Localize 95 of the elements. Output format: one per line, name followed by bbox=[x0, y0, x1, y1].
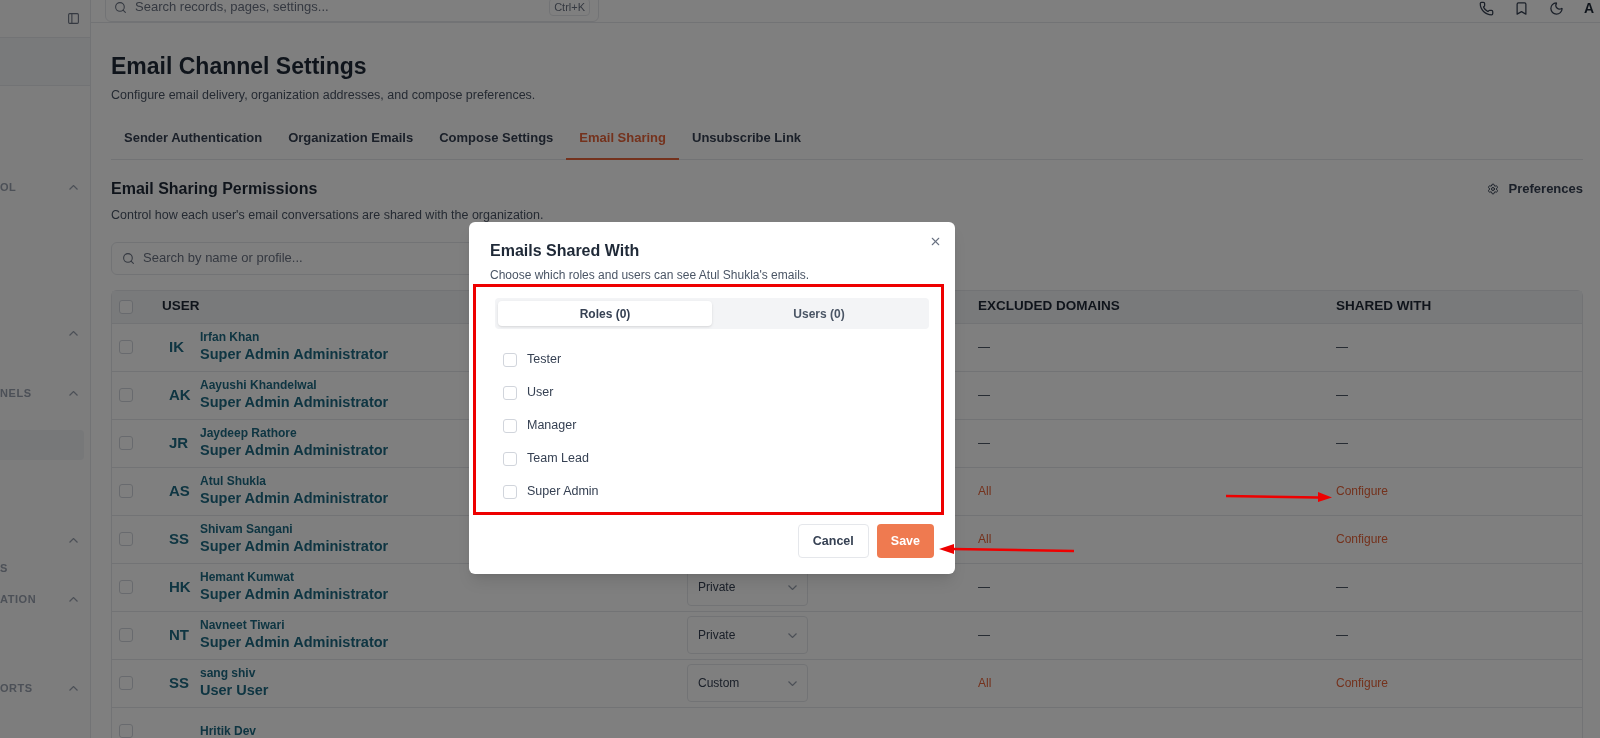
chevron-icon[interactable] bbox=[69, 685, 78, 691]
column-header: EXCLUDED DOMAINS bbox=[978, 297, 1120, 316]
user-name[interactable]: Hemant Kumwat bbox=[200, 570, 294, 586]
dialog-tab[interactable]: Users (0) bbox=[712, 301, 926, 326]
search-placeholder: Search records, pages, settings... bbox=[135, 0, 330, 17]
user-name[interactable]: Shivam Sangani bbox=[200, 522, 293, 538]
role-checkbox[interactable] bbox=[503, 451, 517, 466]
user-initials: IK bbox=[169, 336, 184, 357]
user-role: Super Admin Administrator bbox=[200, 537, 389, 556]
user-initials: HK bbox=[169, 576, 191, 597]
visibility-dropdown[interactable]: Custom bbox=[687, 664, 808, 702]
moon-icon[interactable] bbox=[1548, 0, 1564, 16]
excluded-domains-link[interactable]: All bbox=[978, 530, 992, 548]
empty-value: — bbox=[978, 435, 990, 452]
configure-link[interactable]: Configure bbox=[1336, 530, 1389, 548]
excluded-domains-link[interactable]: All bbox=[978, 482, 992, 500]
user-initials: NT bbox=[169, 624, 189, 645]
tab[interactable]: Email Sharing bbox=[566, 118, 679, 160]
search-placeholder: Search by name or profile... bbox=[143, 249, 303, 268]
role-label: Tester bbox=[527, 351, 562, 369]
chevron-icon bbox=[788, 584, 797, 590]
chevron-icon[interactable] bbox=[69, 184, 78, 190]
role-label: Super Admin bbox=[527, 483, 599, 501]
chevron-icon[interactable] bbox=[69, 390, 78, 396]
visibility-dropdown[interactable]: Private bbox=[687, 616, 808, 654]
user-initials: AS bbox=[169, 480, 190, 501]
empty-value: — bbox=[978, 627, 990, 644]
section-description: Control how each user's email conversations are shared with the organization. bbox=[111, 206, 544, 224]
role-checkbox[interactable] bbox=[503, 385, 517, 400]
tab[interactable]: Organization Emails bbox=[275, 118, 427, 160]
column-header: USER bbox=[162, 297, 200, 316]
empty-value: — bbox=[1336, 579, 1348, 596]
dropdown-value: Private bbox=[698, 627, 736, 644]
user-initials: SS bbox=[169, 672, 189, 693]
user-role: User User bbox=[200, 681, 269, 700]
user-role: Super Admin Administrator bbox=[200, 585, 389, 604]
user-avatar[interactable]: A bbox=[1583, 0, 1594, 19]
settings-icon bbox=[1486, 182, 1499, 195]
user-name[interactable]: Jaydeep Rathore bbox=[200, 426, 297, 442]
chevron-icon[interactable] bbox=[69, 537, 78, 543]
phone-icon[interactable] bbox=[1478, 0, 1494, 16]
user-role: Super Admin Administrator bbox=[200, 441, 389, 460]
save-button[interactable]: Save bbox=[876, 524, 934, 558]
empty-value: — bbox=[1336, 339, 1348, 356]
section-title: Email Sharing Permissions bbox=[111, 178, 319, 199]
preferences-button[interactable]: Preferences bbox=[1486, 178, 1583, 199]
chevron-icon[interactable] bbox=[69, 330, 78, 336]
tab[interactable]: Compose Settings bbox=[426, 118, 567, 160]
dialog-tab[interactable]: Roles (0) bbox=[498, 301, 712, 326]
empty-value: — bbox=[1336, 627, 1348, 644]
empty-value: — bbox=[978, 387, 990, 404]
page-title: Email Channel Settings bbox=[111, 52, 368, 81]
dropdown-value: Custom bbox=[698, 675, 740, 692]
empty-value: — bbox=[978, 579, 990, 596]
user-name[interactable]: sang shiv bbox=[200, 666, 256, 682]
role-checkbox[interactable] bbox=[503, 484, 517, 499]
configure-link[interactable]: Configure bbox=[1336, 674, 1389, 692]
user-name[interactable]: Navneet Tiwari bbox=[200, 618, 285, 634]
role-checkbox[interactable] bbox=[503, 418, 517, 433]
bookmark-icon[interactable] bbox=[1513, 0, 1529, 16]
chevron-icon bbox=[788, 680, 797, 686]
excluded-domains-link[interactable]: All bbox=[978, 674, 992, 692]
tab[interactable]: Sender Authentication bbox=[111, 118, 276, 160]
user-role: Super Admin Administrator bbox=[200, 345, 389, 364]
empty-value: — bbox=[978, 339, 990, 356]
chevron-icon[interactable] bbox=[69, 596, 78, 602]
user-name[interactable]: Aayushi Khandelwal bbox=[200, 378, 317, 394]
page-subtitle: Configure email delivery, organization addresses, and compose preferences. bbox=[111, 86, 537, 104]
user-role: Super Admin Administrator bbox=[200, 393, 389, 412]
shortcut-hint: Ctrl+K bbox=[549, 0, 590, 17]
tab[interactable]: Unsubscribe Link bbox=[679, 118, 815, 160]
sidebar-toggle-icon[interactable] bbox=[67, 12, 80, 25]
chevron-icon bbox=[788, 632, 797, 638]
role-label: Manager bbox=[527, 417, 577, 435]
user-initials: AK bbox=[169, 384, 191, 405]
column-header: SHARED WITH bbox=[1336, 297, 1432, 316]
cancel-button[interactable]: Cancel bbox=[797, 524, 869, 558]
user-role: Super Admin Administrator bbox=[200, 489, 389, 508]
empty-value: — bbox=[1336, 387, 1348, 404]
user-name[interactable]: Irfan Khan bbox=[200, 330, 260, 346]
user-initials: JR bbox=[169, 432, 189, 453]
empty-value: — bbox=[1336, 435, 1348, 452]
configure-link[interactable]: Configure bbox=[1336, 482, 1389, 500]
user-name[interactable]: Atul Shukla bbox=[200, 474, 266, 490]
close-icon[interactable] bbox=[929, 235, 942, 248]
search-icon bbox=[122, 251, 135, 265]
user-initials: SS bbox=[169, 528, 189, 549]
global-search-field[interactable]: Search records, pages, settings... Ctrl+K bbox=[105, 0, 599, 22]
user-name[interactable]: Hritik Dev bbox=[200, 723, 257, 738]
role-label: User bbox=[527, 384, 554, 402]
role-checkbox[interactable] bbox=[503, 352, 517, 367]
role-label: Team Lead bbox=[527, 450, 589, 468]
search-icon bbox=[114, 0, 127, 14]
dropdown-value: Private bbox=[698, 579, 736, 596]
user-role: Super Admin Administrator bbox=[200, 633, 389, 652]
